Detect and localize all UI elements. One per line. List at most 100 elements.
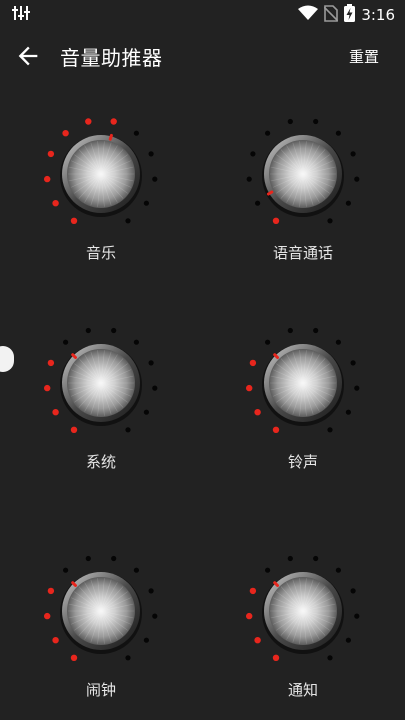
level-dot-inactive (148, 360, 154, 366)
no-sim-icon (323, 4, 339, 26)
floating-edge-handle[interactable] (0, 346, 14, 372)
level-dot-inactive (350, 360, 356, 366)
knob-pointer (273, 581, 279, 587)
level-dot-active (52, 637, 59, 644)
level-dot-active (44, 384, 51, 392)
knob-dial[interactable] (41, 551, 161, 671)
level-dot-inactive (265, 339, 271, 345)
knob-label-notification: 通知 (287, 681, 318, 699)
knob-pointer (71, 353, 77, 359)
knob-dial[interactable] (243, 551, 363, 671)
ringtone-volume-knob[interactable]: 铃声 (243, 323, 363, 473)
level-dot-inactive (335, 339, 341, 345)
notification-volume-knob[interactable]: 通知 (243, 551, 363, 701)
level-dot-inactive (350, 151, 356, 157)
level-dot-inactive (85, 555, 91, 562)
level-dot-active (110, 118, 117, 125)
level-dot-inactive (327, 655, 333, 661)
app-bar: 音量助推器 重置 (0, 28, 405, 84)
level-dot-active (47, 587, 55, 595)
level-dot-active (249, 359, 257, 367)
level-dot-inactive (327, 427, 333, 433)
equalizer-icon (12, 5, 30, 25)
level-dot-inactive (250, 151, 256, 157)
knob-pointer (273, 353, 279, 359)
level-dot-active (52, 409, 59, 416)
arrow-back-icon (18, 46, 38, 66)
level-dot-active (44, 612, 51, 620)
knob-dial[interactable] (41, 114, 161, 234)
level-dot-inactive (327, 218, 333, 224)
level-dot-inactive (111, 555, 117, 562)
level-dot-inactive (287, 327, 293, 334)
level-dot-active (44, 175, 51, 183)
wifi-icon (298, 5, 319, 25)
level-dot-inactive (354, 176, 360, 182)
level-dot-active (70, 654, 78, 661)
knob-label-alarm: 闹钟 (85, 681, 116, 699)
system-volume-knob[interactable]: 系统 (41, 323, 161, 473)
level-dot-inactive (313, 555, 319, 562)
level-dot-active (62, 130, 69, 137)
level-dot-active (85, 118, 92, 125)
knob-dial[interactable] (243, 114, 363, 234)
level-dot-active (254, 637, 261, 644)
level-dot-inactive (313, 327, 319, 334)
status-bar: 3:16 (0, 0, 405, 28)
level-dot-inactive (345, 409, 351, 415)
knob-dial[interactable] (41, 323, 161, 443)
back-button[interactable] (14, 42, 42, 70)
knob-label-system: 系统 (85, 453, 116, 471)
level-dot-inactive (287, 555, 293, 562)
level-dot-active (272, 217, 280, 224)
level-dot-inactive (255, 200, 261, 206)
voice-call-volume-knob[interactable]: 语音通话 (243, 114, 363, 264)
level-dot-inactive (335, 130, 341, 136)
level-dot-active (246, 612, 253, 620)
level-dot-active (246, 384, 253, 392)
level-dot-active (47, 359, 55, 367)
level-dot-active (70, 217, 78, 224)
battery-charging-icon (344, 4, 356, 26)
level-dot-inactive (313, 118, 319, 125)
level-dot-inactive (125, 427, 131, 433)
level-dot-inactive (133, 130, 139, 136)
reset-button[interactable]: 重置 (349, 46, 379, 67)
level-dot-active (254, 409, 261, 416)
level-dot-inactive (143, 409, 149, 415)
status-time: 3:16 (361, 6, 395, 24)
level-dot-inactive (63, 339, 69, 345)
level-dot-inactive (354, 613, 360, 619)
level-dot-active (272, 426, 280, 433)
level-dot-inactive (125, 655, 131, 661)
knob-label-music: 音乐 (85, 244, 116, 262)
knob-label-voice-call: 语音通话 (272, 244, 333, 262)
level-dot-inactive (143, 637, 149, 643)
level-dot-inactive (287, 118, 293, 125)
level-dot-inactive (133, 567, 139, 573)
level-dot-inactive (111, 327, 117, 334)
level-dot-inactive (350, 588, 356, 594)
level-dot-inactive (335, 567, 341, 573)
level-dot-inactive (143, 200, 149, 206)
level-dot-inactive (265, 567, 271, 573)
knob-dial[interactable] (243, 323, 363, 443)
level-dot-inactive (152, 385, 158, 391)
page-title: 音量助推器 (60, 46, 163, 70)
alarm-volume-knob[interactable]: 闹钟 (41, 551, 161, 701)
level-dot-inactive (152, 176, 158, 182)
level-dot-inactive (265, 130, 271, 136)
level-dot-active (272, 654, 280, 661)
level-dot-inactive (63, 567, 69, 573)
level-dot-inactive (133, 339, 139, 345)
level-dot-active (249, 587, 257, 595)
level-dot-inactive (345, 200, 351, 206)
level-dot-inactive (345, 637, 351, 643)
music-volume-knob[interactable]: 音乐 (41, 114, 161, 264)
knob-pointer (71, 581, 77, 587)
level-dot-inactive (148, 588, 154, 594)
level-dot-inactive (148, 151, 154, 157)
level-dot-inactive (85, 327, 91, 334)
level-dot-inactive (354, 385, 360, 391)
level-dot-inactive (246, 176, 252, 182)
